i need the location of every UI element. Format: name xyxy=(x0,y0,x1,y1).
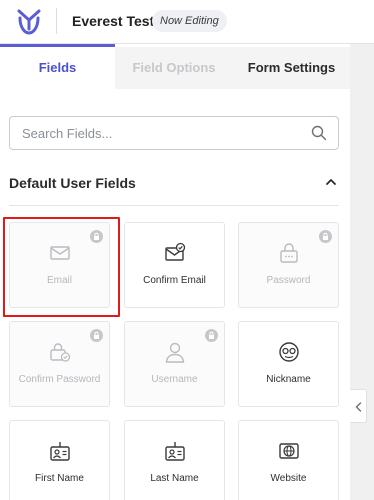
chevron-up-icon[interactable] xyxy=(325,176,337,188)
user-icon xyxy=(165,342,185,363)
field-card-confirm-password[interactable]: Confirm Password xyxy=(9,321,110,407)
status-badge: Now Editing xyxy=(152,10,227,32)
field-card-label: Confirm Email xyxy=(143,275,206,286)
form-title: Everest Test xyxy=(72,13,155,29)
field-card-email[interactable]: Email xyxy=(9,222,110,308)
lock-icon xyxy=(90,329,103,342)
field-card-label: Confirm Password xyxy=(18,374,101,385)
field-card-confirm-email[interactable]: Confirm Email xyxy=(124,222,225,308)
password-check-icon xyxy=(50,343,71,362)
tab-form-settings[interactable]: Form Settings xyxy=(233,47,350,89)
field-card-label: Password xyxy=(266,275,311,286)
nickname-mask-icon xyxy=(279,342,299,362)
id-card-icon xyxy=(165,442,185,461)
field-card-label: First Name xyxy=(35,473,84,484)
panel-tabs: Fields Field Options Form Settings xyxy=(0,47,350,89)
field-card-last-name[interactable]: Last Name xyxy=(124,420,225,500)
section-divider xyxy=(9,205,339,206)
tab-fields[interactable]: Fields xyxy=(0,47,115,89)
field-card-username[interactable]: Username xyxy=(124,321,225,407)
lock-icon xyxy=(205,329,218,342)
field-card-password[interactable]: Password xyxy=(238,222,339,308)
password-lock-icon xyxy=(280,243,298,263)
envelope-icon xyxy=(50,246,70,260)
lock-icon xyxy=(90,230,103,243)
header-divider xyxy=(56,8,57,34)
lock-icon xyxy=(319,230,332,243)
field-card-label: Last Name xyxy=(150,473,199,484)
field-card-website[interactable]: Website xyxy=(238,420,339,500)
field-card-label: Email xyxy=(46,275,72,286)
field-card-label: Username xyxy=(151,374,198,385)
search-box xyxy=(9,116,339,150)
field-card-nickname[interactable]: Nickname xyxy=(238,321,339,407)
search-icon[interactable] xyxy=(311,125,327,141)
id-card-icon xyxy=(50,442,70,461)
collapse-panel-button[interactable] xyxy=(350,389,367,423)
field-card-label: Website xyxy=(270,473,307,484)
envelope-check-icon xyxy=(165,242,186,261)
field-card-label: Nickname xyxy=(266,374,311,385)
globe-icon xyxy=(279,443,299,459)
search-fields-input[interactable] xyxy=(22,117,302,149)
chevron-left-icon xyxy=(355,402,362,412)
section-title[interactable]: Default User Fields xyxy=(9,175,136,191)
tab-field-options[interactable]: Field Options xyxy=(115,47,233,89)
everest-logo-icon[interactable] xyxy=(17,8,41,36)
field-card-first-name[interactable]: First Name xyxy=(9,420,110,500)
builder-header: Everest Test Now Editing xyxy=(0,0,374,44)
